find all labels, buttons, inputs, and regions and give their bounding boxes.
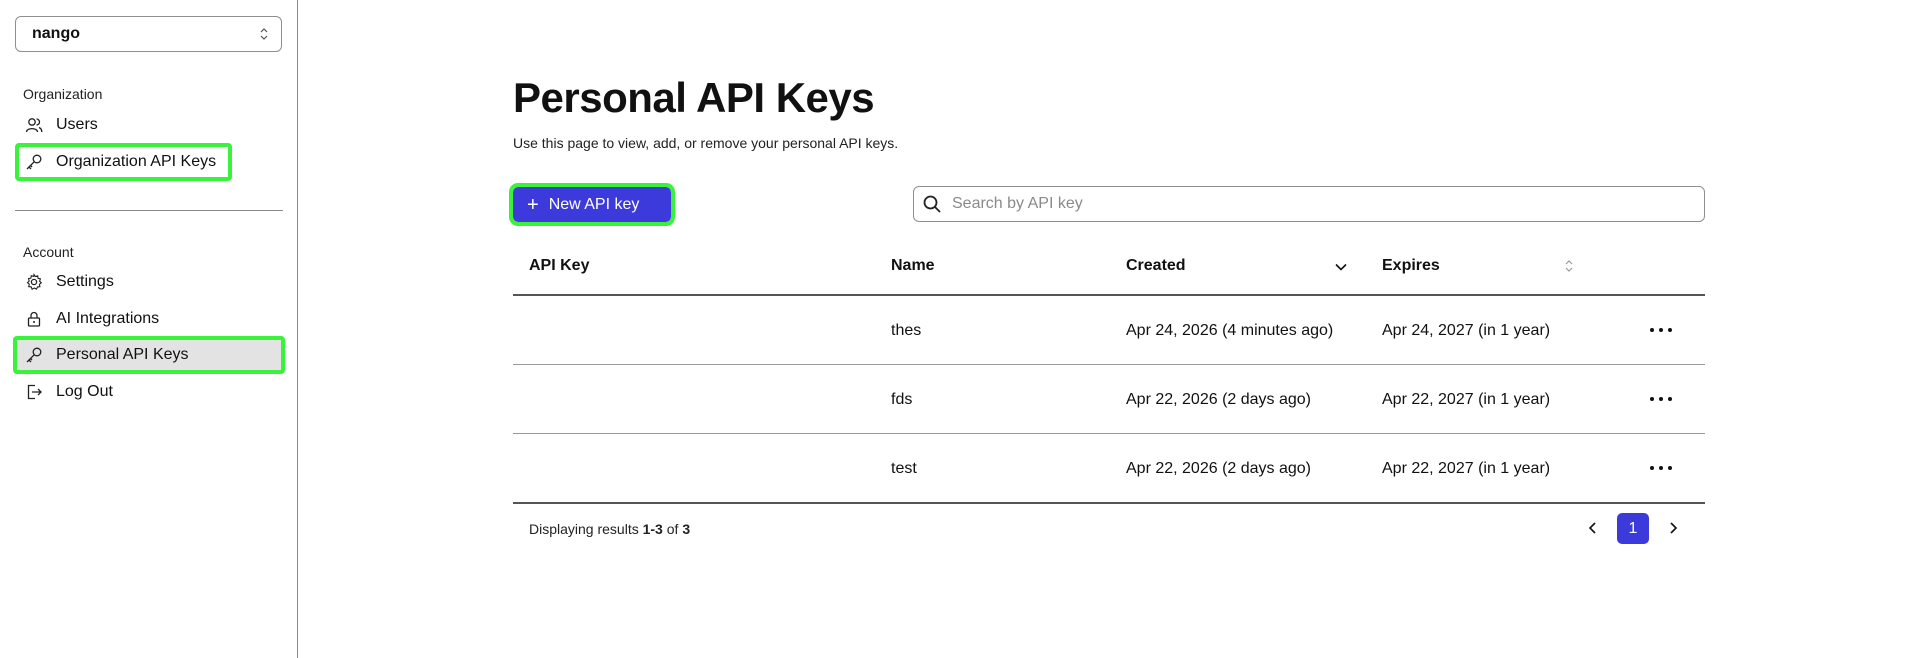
table-row-divider: [513, 364, 1705, 365]
sidebar-item-label: Organization API Keys: [56, 153, 217, 170]
lock-icon: [25, 310, 43, 328]
sidebar-item-label: Personal API Keys: [56, 346, 189, 363]
sidebar-item-users[interactable]: Users: [15, 108, 283, 142]
column-header-created[interactable]: Created: [1126, 257, 1186, 275]
new-api-key-label: New API key: [548, 195, 640, 213]
table-cell-created: Apr 22, 2026 (2 days ago): [1126, 460, 1312, 477]
key-icon: [25, 153, 43, 171]
row-actions-menu-icon[interactable]: [1650, 464, 1672, 472]
sidebar-item-label: Log Out: [56, 383, 113, 400]
column-header-expires[interactable]: Expires: [1382, 257, 1440, 275]
new-api-key-button[interactable]: + New API key: [509, 183, 675, 226]
search-box[interactable]: [913, 186, 1705, 222]
section-label-account: Account: [23, 244, 74, 260]
sidebar-item-log-out[interactable]: Log Out: [15, 375, 283, 409]
results-total: 3: [682, 521, 691, 537]
search-input[interactable]: [952, 195, 1652, 213]
page-subtitle: Use this page to view, add, or remove yo…: [513, 135, 899, 151]
chevron-updown-icon: [260, 28, 268, 40]
sort-unsorted-icon[interactable]: [1564, 258, 1574, 274]
sidebar-item-label: Settings: [56, 273, 114, 290]
table-cell-name: fds: [891, 391, 913, 408]
sidebar-item-settings[interactable]: Settings: [15, 265, 283, 299]
table-cell-name: test: [891, 460, 917, 477]
results-of: of: [662, 521, 683, 537]
column-header-name: Name: [891, 257, 935, 274]
logout-icon: [25, 383, 43, 401]
sidebar-item-label: Users: [56, 116, 98, 133]
table-row-divider: [513, 433, 1705, 434]
next-page-icon[interactable]: [1666, 520, 1680, 536]
gear-icon: [25, 273, 43, 291]
results-range: 1-3: [642, 521, 663, 537]
sort-descending-icon[interactable]: [1334, 260, 1348, 274]
row-actions-menu-icon[interactable]: [1650, 395, 1672, 403]
sidebar-item-ai-integrations[interactable]: AI Integrations: [15, 302, 283, 336]
sidebar-divider: [15, 210, 283, 211]
sidebar-item-personal-api-keys[interactable]: Personal API Keys: [13, 336, 285, 374]
section-label-organization: Organization: [23, 86, 103, 102]
table-cell-created: Apr 22, 2026 (2 days ago): [1126, 391, 1312, 408]
table-header-divider: [513, 294, 1705, 296]
previous-page-icon[interactable]: [1586, 520, 1600, 536]
table-cell-expires: Apr 22, 2027 (in 1 year): [1382, 460, 1551, 477]
table-bottom-divider: [513, 502, 1705, 504]
table-cell-expires: Apr 22, 2027 (in 1 year): [1382, 391, 1551, 408]
sidebar: nango Organization Users Organization AP…: [0, 0, 298, 658]
table-cell-created: Apr 24, 2026 (4 minutes ago): [1126, 322, 1334, 339]
search-icon: [923, 195, 941, 213]
organization-name: nango: [32, 25, 80, 42]
organization-selector[interactable]: nango: [15, 16, 282, 52]
results-prefix: Displaying results: [529, 521, 643, 537]
page-title: Personal API Keys: [513, 74, 875, 121]
results-summary: Displaying results 1-3 of 3: [529, 521, 690, 537]
plus-icon: +: [527, 193, 539, 216]
page-number-button[interactable]: 1: [1617, 513, 1649, 544]
table-cell-expires: Apr 24, 2027 (in 1 year): [1382, 322, 1551, 339]
row-actions-menu-icon[interactable]: [1650, 326, 1672, 334]
sidebar-item-organization-api-keys[interactable]: Organization API Keys: [15, 143, 232, 181]
column-header-api-key: API Key: [529, 257, 590, 274]
key-icon: [25, 346, 43, 364]
table-cell-name: thes: [891, 322, 922, 339]
users-icon: [25, 116, 43, 134]
sidebar-item-label: AI Integrations: [56, 310, 160, 327]
